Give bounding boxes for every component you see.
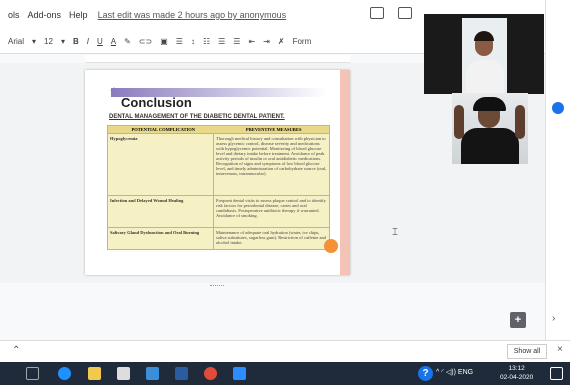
link-icon[interactable]: ⊂⊃ <box>139 37 152 46</box>
orange-dot-marker <box>324 239 338 253</box>
notifications-icon[interactable] <box>550 367 563 380</box>
font-selector[interactable]: Arial <box>8 37 24 46</box>
comment-icon[interactable] <box>370 7 384 19</box>
complication-cell: Infection and Delayed Wound Healing <box>110 198 184 203</box>
participant-hair <box>473 97 506 111</box>
font-size-selector[interactable]: 12 <box>44 37 53 46</box>
menu-item-tools[interactable]: ols <box>8 10 20 20</box>
table-header: POTENTIAL COMPLICATION PREVENTIVE MEASUR… <box>108 126 329 133</box>
participant-arm <box>515 105 525 139</box>
video-tile-participant-1[interactable] <box>424 14 544 94</box>
bold-button[interactable]: B <box>73 37 79 46</box>
slide-title: Conclusion <box>121 95 192 110</box>
windows-taskbar: ? ^ ◜ ◁)) ENG 13:12 02-04-2020 <box>0 362 570 385</box>
complication-cell: Salivary Gland Dysfunction and Oral Burn… <box>110 230 200 235</box>
line-spacing-icon[interactable]: ↕ <box>191 37 195 46</box>
comment-add-icon[interactable]: ▣ <box>160 37 168 46</box>
volume-icon[interactable]: ◁)) <box>446 369 456 376</box>
header-complication: POTENTIAL COMPLICATION <box>131 127 196 132</box>
measures-cell: Thorough medical history and consultatio… <box>213 134 329 195</box>
underline-button[interactable]: U <box>97 37 103 46</box>
menu-item-help[interactable]: Help <box>69 10 88 20</box>
explore-button[interactable]: + <box>510 312 526 328</box>
complication-cell: Hypoglycemia <box>110 136 138 141</box>
header-icons <box>370 7 412 19</box>
decrease-indent-icon[interactable]: ⇤ <box>248 37 255 46</box>
header-measures: PREVENTIVE MEASURES <box>245 127 302 132</box>
management-table: POTENTIAL COMPLICATION PREVENTIVE MEASUR… <box>107 125 330 250</box>
dropdown-icon[interactable]: ▾ <box>32 37 36 46</box>
side-panel <box>545 0 570 340</box>
task-view-icon[interactable] <box>26 367 39 380</box>
download-bar: ⌃ Show all × <box>0 340 570 362</box>
text-color-button[interactable]: A <box>111 37 116 46</box>
checklist-icon[interactable]: ☷ <box>203 37 210 46</box>
measures-cell: Maintenance of adequate oral hydration (… <box>213 228 329 249</box>
last-edit-link[interactable]: Last edit was made 2 hours ago by anonym… <box>98 10 287 20</box>
slide-subtitle: DENTAL MANAGEMENT OF THE DIABETIC DENTAL… <box>109 114 285 120</box>
resize-handle[interactable] <box>210 285 224 288</box>
menu-item-addons[interactable]: Add-ons <box>28 10 62 20</box>
slide-edge-decoration <box>340 70 350 275</box>
chrome-icon[interactable] <box>204 367 217 380</box>
chevron-up-icon[interactable]: ⌃ <box>12 345 20 356</box>
dropbox-icon[interactable] <box>175 367 188 380</box>
table-row: Salivary Gland Dysfunction and Oral Burn… <box>108 227 329 249</box>
zoom-app-icon[interactable] <box>233 367 246 380</box>
format-options-label[interactable]: Form <box>293 37 312 46</box>
system-clock[interactable]: 13:12 02-04-2020 <box>500 364 533 382</box>
measures-cell: Frequent dental visits to assess plaque … <box>213 196 329 227</box>
bulleted-list-icon[interactable]: ☰ <box>218 37 225 46</box>
help-icon[interactable]: ? <box>418 366 433 381</box>
dropdown-icon[interactable]: ▾ <box>61 37 65 46</box>
participant-arm <box>454 105 464 139</box>
clock-time: 13:12 <box>508 365 525 372</box>
language-indicator[interactable]: ENG <box>458 369 473 376</box>
italic-button[interactable]: I <box>87 37 89 46</box>
clock-date: 02-04-2020 <box>500 374 534 381</box>
tasks-icon[interactable] <box>552 102 564 114</box>
numbered-list-icon[interactable]: ☰ <box>233 37 240 46</box>
tray-arrow-icon[interactable]: ^ <box>436 369 439 376</box>
slide-image[interactable]: ✦ Conclusion DENTAL MANAGEMENT OF THE DI… <box>85 70 350 275</box>
system-tray: ^ ◜ ◁)) ENG <box>436 368 473 376</box>
table-row: Hypoglycemia Thorough medical history an… <box>108 133 329 195</box>
ruler <box>85 55 350 63</box>
align-icon[interactable]: ☰ <box>176 37 183 46</box>
present-icon[interactable] <box>398 7 412 19</box>
increase-indent-icon[interactable]: ⇥ <box>263 37 270 46</box>
file-explorer-icon[interactable] <box>88 367 101 380</box>
sparkle-icon: ✦ <box>109 84 120 98</box>
edge-browser-icon[interactable] <box>58 367 71 380</box>
network-icon[interactable]: ◜ <box>441 369 444 376</box>
chevron-right-icon[interactable]: › <box>552 313 555 324</box>
table-row: Infection and Delayed Wound Healing Freq… <box>108 195 329 227</box>
close-icon[interactable]: × <box>557 344 563 355</box>
participant-shirt <box>466 60 504 94</box>
mail-icon[interactable] <box>146 367 159 380</box>
show-all-button[interactable]: Show all <box>507 344 547 359</box>
clear-formatting-icon[interactable]: ✗ <box>278 37 285 46</box>
participant-body <box>461 128 519 164</box>
highlight-icon[interactable]: ✎ <box>124 37 131 46</box>
mouse-cursor-icon: ⌶ <box>392 227 398 238</box>
video-tile-participant-2[interactable] <box>452 93 528 164</box>
store-icon[interactable] <box>117 367 130 380</box>
